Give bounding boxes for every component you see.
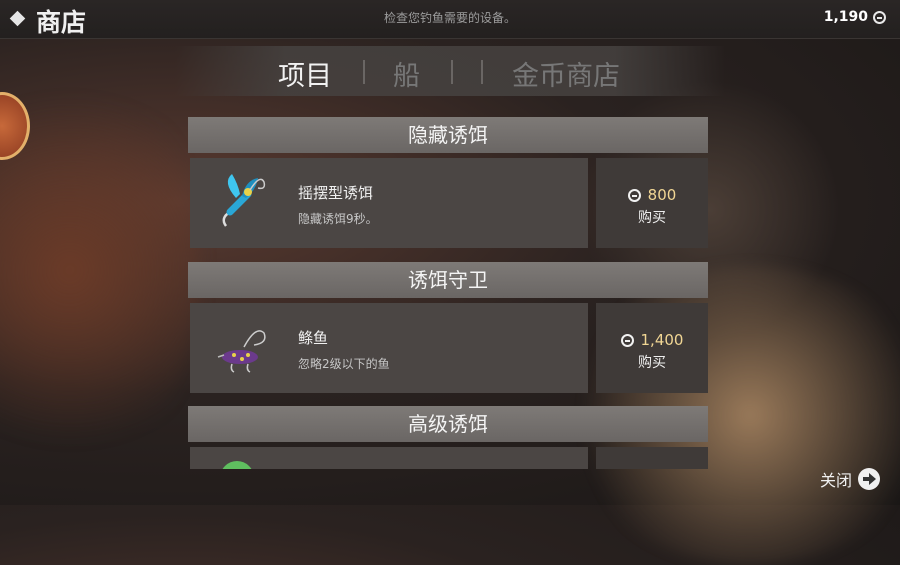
section-header: 高级诱饵 [188, 406, 708, 442]
buy-button[interactable] [596, 447, 708, 469]
buy-label: 购买 [638, 210, 666, 226]
item-name: 鲦鱼 [298, 329, 329, 347]
item-card[interactable]: 摇摆型诱饵 隐藏诱饵9秒。 [190, 158, 588, 248]
buy-button[interactable]: 1,400 购买 [596, 303, 708, 393]
tab-coin-shop[interactable]: 金币商店 [512, 54, 620, 93]
top-bar: 商店 检查您钓鱼需要的设备。 1,190 [0, 0, 900, 39]
fly-lure-icon [222, 174, 266, 227]
tab-boat[interactable]: 船 [393, 54, 420, 93]
coin-icon [627, 188, 641, 202]
section-hidden-lure: 隐藏诱饵 摇摆型诱饵 隐藏诱饵9秒。 800 购买 [188, 117, 708, 248]
close-button[interactable]: 关闭 [820, 467, 880, 491]
close-label: 关闭 [819, 471, 852, 490]
section-header: 隐藏诱饵 [188, 117, 708, 153]
arrow-right-circle-icon [858, 468, 880, 490]
coin-balance: 1,190 [824, 9, 886, 25]
buy-label: 购买 [638, 355, 666, 371]
item-card[interactable]: 鲦鱼 忽略2级以下的鱼 [190, 303, 588, 393]
minnow-lure-icon [217, 330, 266, 373]
item-description: 隐藏诱饵9秒。 [298, 212, 378, 226]
item-card[interactable] [190, 447, 588, 469]
section-header: 诱饵守卫 [188, 262, 708, 298]
section-lure-guard: 诱饵守卫 鲦鱼 忽略2级以下的鱼 1,400 购买 [188, 262, 708, 393]
tab-items[interactable]: 项目 [278, 54, 332, 93]
item-name: 摇摆型诱饵 [298, 184, 374, 202]
tab-separator [451, 60, 453, 84]
section-advanced-lure: 高级诱饵 [188, 406, 708, 469]
price-value: 1,400 [640, 331, 684, 349]
tab-separator [481, 60, 483, 84]
item-thumbnail-icon [220, 461, 254, 469]
price: 800 [596, 186, 708, 204]
item-description: 忽略2级以下的鱼 [298, 357, 390, 371]
coin-icon [620, 333, 634, 347]
price-value: 800 [647, 186, 677, 204]
price: 1,400 [596, 331, 708, 349]
coin-icon [873, 10, 886, 24]
tab-bar: 项目 船 金币商店 [175, 46, 725, 96]
coin-balance-value: 1,190 [823, 9, 868, 25]
tab-separator [363, 60, 365, 84]
page-subtitle: 检查您钓鱼需要的设备。 [383, 11, 516, 25]
buy-button[interactable]: 800 购买 [596, 158, 708, 248]
